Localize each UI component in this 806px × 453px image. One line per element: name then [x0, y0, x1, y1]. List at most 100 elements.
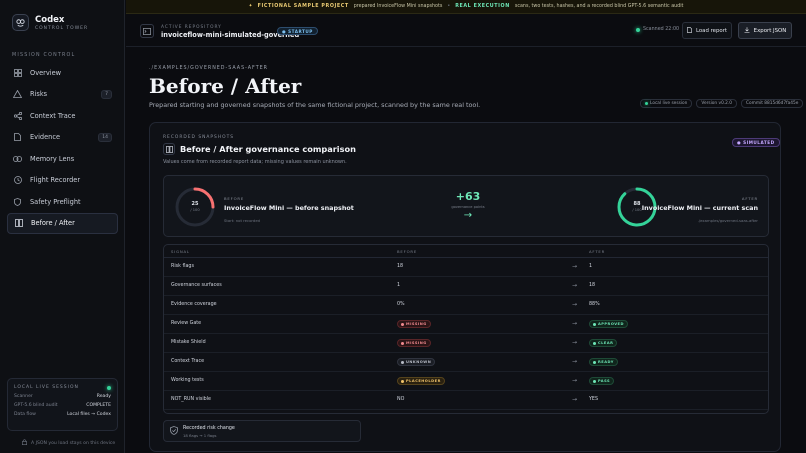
arrow-right-icon: →	[572, 396, 578, 403]
clock-icon	[13, 176, 22, 185]
after-label: AFTER	[741, 196, 758, 201]
sidebar-item-evidence[interactable]: Evidence 14	[7, 127, 118, 149]
after-value-chip: PASS	[589, 377, 615, 385]
sidebar-nav: Overview Risks 7 Context Trace Evidence …	[7, 62, 118, 234]
top-bar: ACTIVE REPOSITORY invoiceflow-mini-simul…	[126, 15, 806, 47]
share-icon	[13, 111, 22, 120]
brand-title: Codex	[35, 14, 65, 25]
page-subtitle: Prepared starting and governed snapshots…	[149, 101, 481, 109]
sample-banner: ✦ FICTIONAL SAMPLE PROJECT prepared Invo…	[126, 0, 806, 14]
session-row: Scanner Ready	[14, 394, 111, 399]
evidence-count-badge: 14	[98, 132, 112, 142]
session-row: GPT-5.6 blind audit COMPLETE	[14, 403, 111, 408]
sparkle-icon: ✦	[248, 4, 253, 9]
shield-icon	[13, 197, 22, 206]
status-dot-icon	[593, 379, 596, 383]
arrow-right-icon: →	[572, 320, 578, 327]
signal-cell: Governance surfaces	[171, 283, 222, 288]
table-row: Governance surfaces 1 → 18	[164, 277, 768, 296]
banner-text-fictional: prepared InvoiceFlow Mini snapshots	[353, 4, 443, 9]
dot-icon: ●	[737, 140, 742, 145]
signal-cell: Risk flags	[171, 264, 194, 269]
status-dot-icon	[401, 341, 404, 345]
arrow-right-icon: →	[572, 301, 578, 308]
arrow-right-icon: →	[572, 263, 578, 270]
sidebar-item-safety-preflight[interactable]: Safety Preflight	[7, 191, 118, 213]
document-icon	[687, 26, 692, 35]
sidebar-item-label: Flight Recorder	[30, 176, 81, 185]
table-header: SIGNAL BEFORE AFTER	[164, 245, 768, 258]
sidebar-item-label: Before / After	[31, 219, 75, 228]
before-note: Start: not recorded	[224, 218, 261, 223]
after-value: YES	[589, 397, 599, 402]
sidebar-item-label: Overview	[30, 68, 62, 77]
export-json-button[interactable]: Export JSON	[738, 22, 792, 39]
sidebar-item-label: Safety Preflight	[30, 197, 81, 206]
risks-count-badge: 7	[101, 89, 112, 99]
section-label: RECORDED SNAPSHOTS	[163, 135, 235, 140]
live-dot	[645, 102, 648, 105]
before-value-chip: PLACEHOLDER	[397, 377, 445, 385]
comparison-card: RECORDED SNAPSHOTS Before / After govern…	[149, 122, 781, 452]
risk-change-title: Recorded risk change	[183, 426, 235, 431]
comparison-title: Before / After governance comparison	[180, 144, 356, 154]
meta-pills: Local live session Version v0.2.0 Commit…	[640, 99, 804, 108]
sidebar-item-before-after[interactable]: Before / After	[7, 212, 118, 234]
after-value: 88%	[589, 302, 600, 307]
table-row: Review Gate MISSING → APPROVED	[164, 315, 768, 334]
warning-icon	[13, 90, 22, 99]
sidebar-item-risks[interactable]: Risks 7	[7, 84, 118, 106]
comparison-subtitle: Values come from recorded report data; m…	[163, 159, 347, 165]
status-dot-icon	[593, 322, 596, 326]
before-value-chip: MISSING	[397, 339, 431, 347]
sidebar-item-label: Context Trace	[30, 111, 76, 120]
delta-label: governance points	[451, 205, 485, 209]
sidebar-item-label: Evidence	[30, 133, 61, 142]
repo-label: ACTIVE REPOSITORY	[161, 25, 222, 30]
sidebar-item-overview[interactable]: Overview	[7, 62, 118, 84]
before-value: 1	[397, 283, 401, 288]
version-pill: Version v0.2.0	[696, 99, 738, 108]
signal-cell: Evidence coverage	[171, 302, 217, 307]
table-row: Risk flags 18 → 1	[164, 258, 768, 277]
link-icon	[13, 154, 22, 163]
simulated-badge: ● SIMULATED	[732, 138, 780, 147]
file-icon	[13, 133, 22, 142]
load-report-button[interactable]: Load report	[682, 22, 732, 39]
after-note: ./examples/governed-saas-after	[697, 218, 758, 223]
after-value-chip: READY	[589, 358, 618, 366]
scan-status-dot	[636, 27, 640, 32]
sidebar-item-memory-lens[interactable]: Memory Lens	[7, 148, 118, 170]
before-score: 25	[191, 201, 199, 207]
download-icon	[744, 26, 750, 35]
signal-cell: Working tests	[171, 378, 204, 383]
session-status-dot	[107, 385, 111, 390]
privacy-note: A JSON you load stays on this device	[22, 439, 115, 447]
before-value: NO	[397, 397, 405, 402]
after-snapshot-title: InvoiceFlow Mini — current scan	[641, 204, 758, 212]
compare-icon	[14, 219, 23, 228]
before-value-chip: UNKNOWN	[397, 358, 436, 366]
banner-label-real: REAL EXECUTION	[455, 4, 510, 9]
session-title: LOCAL LIVE SESSION	[14, 385, 79, 390]
status-dot-icon	[401, 360, 404, 364]
signal-cell: NOT_RUN visible	[171, 397, 211, 402]
brand: Codex CONTROL TOWER	[0, 0, 124, 31]
page-title: Before / After	[149, 74, 302, 98]
sidebar-item-label: Memory Lens	[30, 154, 75, 163]
arrow-right-icon: →	[572, 358, 578, 365]
table-row: Evidence coverage 0% → 88%	[164, 296, 768, 315]
sidebar-item-context-trace[interactable]: Context Trace	[7, 105, 118, 127]
table-row: NOT_RUN visible NO → YES	[164, 391, 768, 410]
column-header-before: BEFORE	[397, 249, 418, 254]
sidebar-item-flight-recorder[interactable]: Flight Recorder	[7, 170, 118, 192]
scan-status: Scanned 22:00	[636, 27, 679, 32]
local-session-panel: LOCAL LIVE SESSION Scanner Ready GPT-5.6 …	[7, 378, 118, 431]
before-value: 18	[397, 264, 404, 269]
session-pill: Local live session	[640, 99, 693, 108]
grid-icon	[13, 68, 22, 77]
arrow-right-icon: →	[572, 339, 578, 346]
breadcrumb: ./EXAMPLES/GOVERNED-SAAS-AFTER	[149, 66, 268, 71]
terminal-icon	[140, 24, 154, 38]
delta-value: +63	[455, 190, 481, 203]
